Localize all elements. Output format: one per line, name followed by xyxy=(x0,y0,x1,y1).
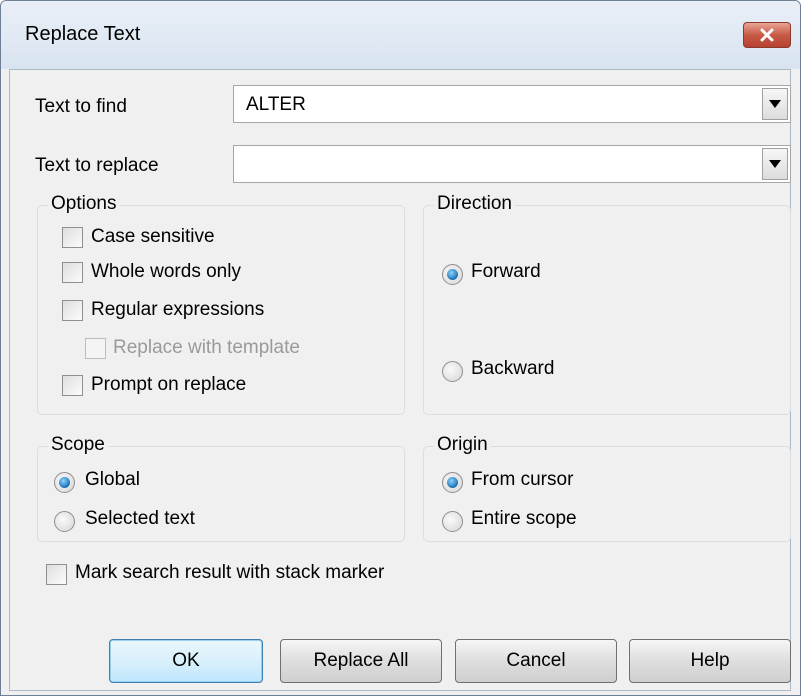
ok-button[interactable]: OK xyxy=(109,639,263,683)
scope-legend: Scope xyxy=(48,434,108,456)
scope-global-radio[interactable] xyxy=(54,472,75,493)
prompt-on-replace-label[interactable]: Prompt on replace xyxy=(91,374,246,396)
help-button[interactable]: Help xyxy=(629,639,791,683)
dialog-title: Replace Text xyxy=(25,23,141,45)
backward-label[interactable]: Backward xyxy=(471,358,554,380)
forward-label[interactable]: Forward xyxy=(471,261,541,283)
case-sensitive-label[interactable]: Case sensitive xyxy=(91,226,215,248)
scope-global-label[interactable]: Global xyxy=(85,469,140,491)
close-button[interactable] xyxy=(743,22,791,48)
regular-expressions-checkbox[interactable] xyxy=(62,300,83,321)
whole-words-checkbox[interactable] xyxy=(62,262,83,283)
text-to-find-value: ALTER xyxy=(246,94,306,115)
text-to-replace-dropdown-button[interactable] xyxy=(762,148,788,180)
origin-legend: Origin xyxy=(434,434,491,456)
regular-expressions-label[interactable]: Regular expressions xyxy=(91,299,264,321)
direction-legend: Direction xyxy=(434,193,515,215)
options-legend: Options xyxy=(48,193,120,215)
replace-with-template-label: Replace with template xyxy=(113,337,300,358)
cancel-button[interactable]: Cancel xyxy=(455,639,617,683)
title-bar: Replace Text xyxy=(1,1,800,69)
close-icon xyxy=(760,28,774,42)
backward-radio[interactable] xyxy=(442,361,463,382)
replace-text-dialog: Replace Text Text to find ALTER Text to … xyxy=(0,0,801,696)
mark-search-result-label[interactable]: Mark search result with stack marker xyxy=(75,562,384,584)
origin-entire-scope-label[interactable]: Entire scope xyxy=(471,508,577,530)
chevron-down-icon xyxy=(769,160,781,168)
origin-from-cursor-label[interactable]: From cursor xyxy=(471,469,573,491)
text-to-find-combobox[interactable]: ALTER xyxy=(233,85,791,123)
text-to-replace-label: Text to replace xyxy=(35,155,159,176)
whole-words-label[interactable]: Whole words only xyxy=(91,261,241,283)
mark-search-result-checkbox[interactable] xyxy=(46,564,67,585)
direction-group: Direction xyxy=(423,193,791,415)
text-to-find-label: Text to find xyxy=(35,96,127,117)
replace-all-button[interactable]: Replace All xyxy=(280,639,442,683)
origin-entire-scope-radio[interactable] xyxy=(442,511,463,532)
scope-selected-text-radio[interactable] xyxy=(54,511,75,532)
forward-radio[interactable] xyxy=(442,264,463,285)
chevron-down-icon xyxy=(769,100,781,108)
prompt-on-replace-checkbox[interactable] xyxy=(62,375,83,396)
case-sensitive-checkbox[interactable] xyxy=(62,227,83,248)
text-to-find-dropdown-button[interactable] xyxy=(762,88,788,120)
text-to-replace-combobox[interactable] xyxy=(233,145,791,183)
replace-with-template-checkbox[interactable] xyxy=(85,338,106,359)
origin-from-cursor-radio[interactable] xyxy=(442,472,463,493)
scope-selected-text-label[interactable]: Selected text xyxy=(85,508,195,530)
